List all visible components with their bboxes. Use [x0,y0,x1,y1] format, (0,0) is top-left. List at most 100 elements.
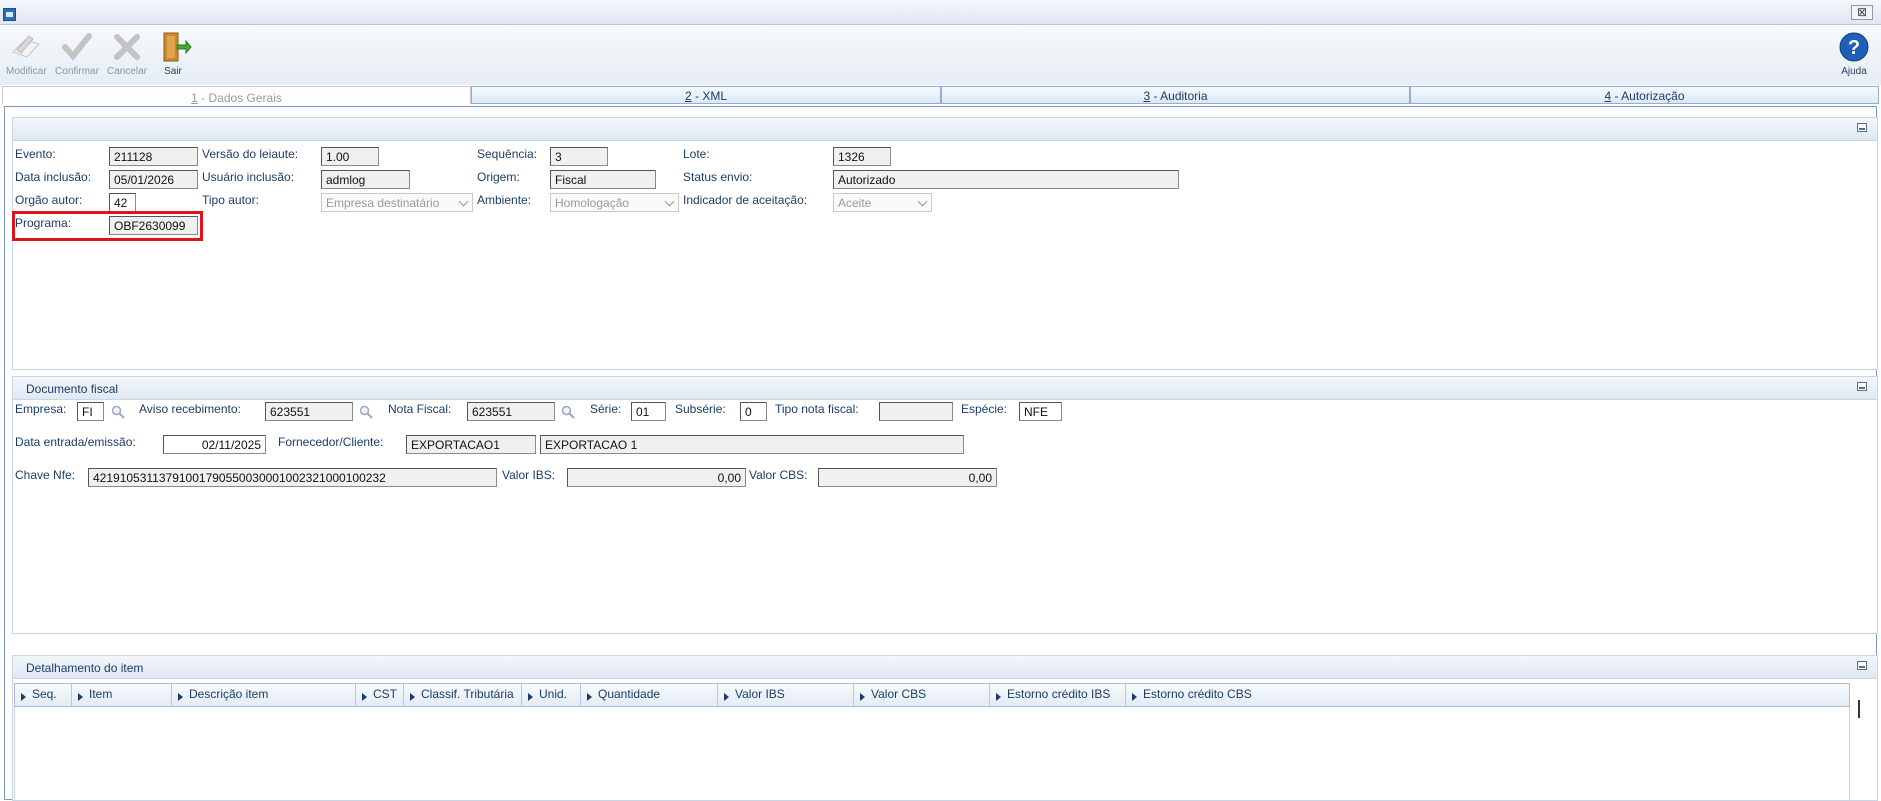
collapse-icon[interactable] [1857,382,1867,391]
exit-label: Sair [164,66,182,77]
title-bar: Detalhar Evento ⊠ [0,0,1881,25]
search-icon[interactable] [111,405,125,419]
panel-title: Detalhamento do item [26,661,144,675]
acceptance-indicator-select[interactable]: Aceite [833,193,932,212]
receipt-notice-field[interactable]: 623551 [265,402,353,421]
exit-door-icon [158,30,192,64]
ibs-value-field[interactable]: 0,00 [567,468,746,487]
panel-header: Documento fiscal [13,377,1877,400]
invoice-type-field[interactable] [879,402,953,421]
tab-auditoria[interactable]: 3 - Auditoria [941,86,1410,104]
cancel-button[interactable]: Cancelar [106,30,148,77]
origin-field[interactable]: Fiscal [550,170,656,189]
acceptance-indicator-value: Aceite [838,196,872,210]
batch-field[interactable]: 1326 [833,147,891,166]
item-grid-body[interactable] [14,707,1850,800]
close-button[interactable]: ⊠ [1851,5,1873,20]
inclusion-date-field[interactable]: 05/01/2026 [109,170,198,189]
column-header[interactable]: Estorno crédito CBS [1126,684,1266,706]
column-header[interactable]: Descrição item [172,684,356,706]
environment-select[interactable]: Homologação [550,193,679,212]
tab-dados-gerais[interactable]: 1 - Dados Gerais [2,86,471,105]
tab-xml[interactable]: 2 - XML [471,86,941,104]
company-field[interactable]: FI [77,402,104,421]
collapse-icon[interactable] [1857,661,1867,670]
column-header[interactable]: Classif. Tributária [404,684,522,706]
chevron-down-icon [664,196,675,207]
author-type-select[interactable]: Empresa destinatário [321,193,473,212]
sort-arrow-icon [178,693,183,701]
acceptance-indicator-label: Indicador de aceitação: [683,193,808,207]
series-field[interactable]: 01 [631,402,666,421]
sequence-label: Sequência: [477,147,538,161]
send-status-field[interactable]: Autorizado [833,170,1179,189]
panel-title: Documento fiscal [26,382,119,396]
supplier-code-field[interactable]: EXPORTACAO1 [406,435,536,454]
column-header[interactable]: Quantidade [581,684,718,706]
general-data-panel: Evento: 211128 Data inclusão: 05/01/2026… [12,117,1878,370]
event-label: Evento: [15,147,56,161]
fiscal-document-panel: Documento fiscal Empresa: FI Aviso receb… [12,376,1878,634]
environment-value: Homologação [555,196,630,210]
sort-arrow-icon [21,693,26,701]
cbs-value-field[interactable]: 0,00 [818,468,997,487]
sequence-field[interactable]: 3 [550,147,608,166]
cancel-label: Cancelar [106,66,148,77]
column-header[interactable]: Valor IBS [718,684,854,706]
species-label: Espécie: [961,402,1008,416]
batch-label: Lote: [683,147,710,161]
species-field[interactable]: NFE [1019,402,1062,421]
help-label: Ajuda [1841,66,1867,77]
column-header[interactable]: CST [356,684,404,706]
layout-version-field[interactable]: 1.00 [321,147,379,166]
invoice-type-label: Tipo nota fiscal: [775,402,859,416]
subseries-field[interactable]: 0 [740,402,767,421]
author-organ-field[interactable]: 42 [109,193,136,212]
layout-version-label: Versão do leiaute: [202,147,299,161]
entry-date-field[interactable]: 02/11/2025 [163,435,266,454]
item-grid-header: Seq. Item Descrição item CST Classif. Tr… [14,683,1850,707]
author-type-value: Empresa destinatário [326,196,440,210]
ibs-value-label: Valor IBS: [502,468,556,482]
svg-text:?: ? [1848,37,1860,59]
modify-label: Modificar [6,66,47,77]
modify-icon [9,30,43,64]
send-status-label: Status envio: [683,170,753,184]
confirm-label: Confirmar [55,66,99,77]
search-icon[interactable] [359,405,373,419]
confirm-button[interactable]: Confirmar [54,30,100,77]
supplier-name-field[interactable]: EXPORTACAO 1 [540,435,964,454]
sort-arrow-icon [996,693,1001,701]
search-icon[interactable] [561,405,575,419]
panel-header: Detalhamento do item [13,656,1877,679]
sort-arrow-icon [587,693,592,701]
inclusion-user-field[interactable]: admlog [321,170,410,189]
sort-arrow-icon [1132,693,1137,701]
tab-bar: 1 - Dados Gerais 2 - XML 3 - Auditoria 4… [0,86,1881,106]
company-label: Empresa: [15,402,67,416]
program-highlight [12,211,203,241]
event-field[interactable]: 211128 [109,147,198,166]
sort-arrow-icon [362,693,367,701]
receipt-notice-label: Aviso recebimento: [139,402,241,416]
sort-arrow-icon [724,693,729,701]
sort-arrow-icon [528,693,533,701]
x-icon [110,30,144,64]
invoice-field[interactable]: 623551 [467,402,555,421]
column-header[interactable]: Seq. [15,684,72,706]
sort-arrow-icon [860,693,865,701]
author-type-label: Tipo autor: [202,193,259,207]
column-header[interactable]: Item [72,684,172,706]
column-header[interactable]: Estorno crédito IBS [990,684,1126,706]
tab-autorizacao[interactable]: 4 - Autorização [1410,86,1879,104]
collapse-icon[interactable] [1857,123,1867,132]
column-header[interactable]: Unid. [522,684,581,706]
exit-button[interactable]: Sair [158,30,192,77]
help-button[interactable]: ? Ajuda [1834,30,1874,77]
cbs-value-label: Valor CBS: [749,468,808,482]
nfe-key-field[interactable]: 4219105311379100179055003000100232100010… [88,468,497,487]
vertical-scrollbar[interactable] [1858,700,1860,718]
modify-button[interactable]: Modificar [6,30,47,77]
inclusion-user-label: Usuário inclusão: [202,170,295,184]
column-header[interactable]: Valor CBS [854,684,990,706]
